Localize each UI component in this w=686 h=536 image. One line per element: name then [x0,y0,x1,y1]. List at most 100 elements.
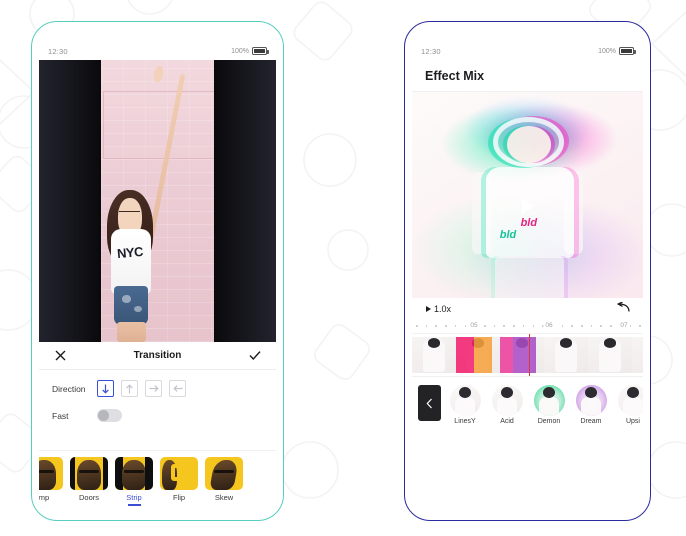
ruler-tick [639,325,641,327]
status-time: 12:30 [421,46,441,56]
play-triangle-icon [426,306,431,312]
effect-item[interactable]: Demon [531,385,567,425]
effect-thumbnail [575,385,607,416]
filmstrip-clip[interactable] [500,337,544,373]
effect-overlay-segment[interactable] [456,337,475,373]
ruler-tick [629,325,632,327]
ruler-tick [503,325,505,327]
effect-overlay-segment[interactable] [474,337,493,373]
timeline-filmstrip[interactable] [412,334,643,376]
ruler-tick [581,325,583,327]
ruler-tick [561,325,564,327]
undo-arrow-icon[interactable] [614,299,633,319]
effect-label: Demon [537,418,561,425]
thumb-label: Strip [126,493,142,502]
direction-options [97,380,186,397]
check-icon[interactable] [247,348,263,364]
battery-icon [252,47,269,55]
ruler-tick [532,325,535,327]
video-preview-right[interactable]: bld bld [412,92,643,320]
page-header: Effect Mix [412,60,643,92]
ruler-label: 06 [543,322,555,329]
shirt-text-pink: bld [520,217,538,230]
transition-settings: Direction Fast [39,370,276,450]
status-bar-left: 12:30 100% [39,42,276,60]
playhead[interactable] [529,334,531,376]
ruler-tick [464,325,467,327]
thumb-label: Skew [214,493,234,502]
thumb-image [160,457,198,490]
ruler-tick [513,325,515,327]
status-bar-right: 12:30 100% [412,42,643,60]
ruler-tick [445,325,447,327]
screen-left: 12:30 100% NYC Transition Direction Fast… [39,42,276,510]
ruler-label: 07 [618,322,630,329]
ruler-tick [435,325,437,327]
fast-toggle[interactable] [97,409,122,422]
effect-thumbnail [617,385,643,416]
transition-thumb-doors[interactable]: Doors [70,457,108,502]
battery-icon [619,47,636,55]
status-right-cluster: 100% [598,47,636,55]
transition-thumbnail-strip[interactable]: mp Doors Strip Flip Skew [39,450,276,510]
arrow-right-icon[interactable] [145,380,162,397]
thumb-image [39,457,63,490]
ruler-tick [600,325,603,327]
video-preview-left[interactable]: NYC [39,60,276,342]
filmstrip-clip[interactable] [544,337,588,373]
playback-speed-button[interactable]: 1.0x [422,302,456,316]
player-controls: 1.0x [412,298,643,320]
arrow-up-icon[interactable] [121,380,138,397]
arrow-left-icon[interactable] [169,380,186,397]
status-time: 12:30 [48,46,68,56]
thumb-label: Doors [78,493,99,502]
thumb-image [115,457,153,490]
thumb-label: mp [39,493,50,502]
direction-label: Direction [52,383,86,394]
effect-item[interactable]: Acid [489,385,525,425]
ruler-label: 05 [468,322,480,329]
ruler-tick [571,325,573,327]
effect-selector-row[interactable]: LinesY Acid Demon Dream Upsi [412,376,643,510]
effect-item[interactable]: LinesY [447,385,483,425]
chevron-left-icon[interactable] [418,385,441,421]
effect-item[interactable]: Dream [573,385,609,425]
transition-thumb-skew[interactable]: Skew [205,457,243,502]
shirt-text-green: bld [499,228,517,241]
filmstrip-clip[interactable] [412,337,456,373]
effect-label: LinesY [454,418,476,425]
effect-overlay-segment[interactable] [500,337,514,373]
shirt-graphic-text: NYC [115,243,144,261]
effect-item[interactable]: Upsi [615,385,643,425]
ruler-tick [522,325,525,327]
play-overlay-icon[interactable] [521,198,534,214]
filmstrip-clip[interactable] [588,337,632,373]
panel-title: Transition [133,350,182,361]
filmstrip-clip[interactable] [632,337,643,373]
battery-percent: 100% [231,47,249,55]
status-right-cluster: 100% [231,47,269,55]
subject-head [506,126,551,163]
timeline-ruler[interactable]: 05 06 07 [412,320,643,334]
effect-thumbnail [449,385,481,416]
transition-door-left [39,60,101,342]
phone-mockup-right: 12:30 100% Effect Mix bld bld 1.0x 05 06… [404,21,651,521]
ruler-tick [454,325,457,327]
thumb-image [70,457,108,490]
page-title: Effect Mix [425,68,485,83]
close-icon[interactable] [52,348,68,364]
transition-thumb-jump[interactable]: mp [39,457,63,502]
effect-thumbnail [533,385,565,416]
effect-label: Acid [500,418,514,425]
arrow-down-icon[interactable] [97,380,114,397]
transition-thumb-strip[interactable]: Strip [115,457,153,506]
ruler-tick [483,325,486,327]
ruler-tick [416,325,418,327]
filmstrip-clip[interactable] [456,337,500,373]
transition-thumb-flip[interactable]: Flip [160,457,198,502]
ruler-tick [493,325,496,327]
phone-mockup-left: 12:30 100% NYC Transition Direction Fast… [31,21,284,521]
effect-overlay-segment[interactable] [513,337,537,373]
ruler-tick [425,325,428,327]
battery-percent: 100% [598,47,616,55]
